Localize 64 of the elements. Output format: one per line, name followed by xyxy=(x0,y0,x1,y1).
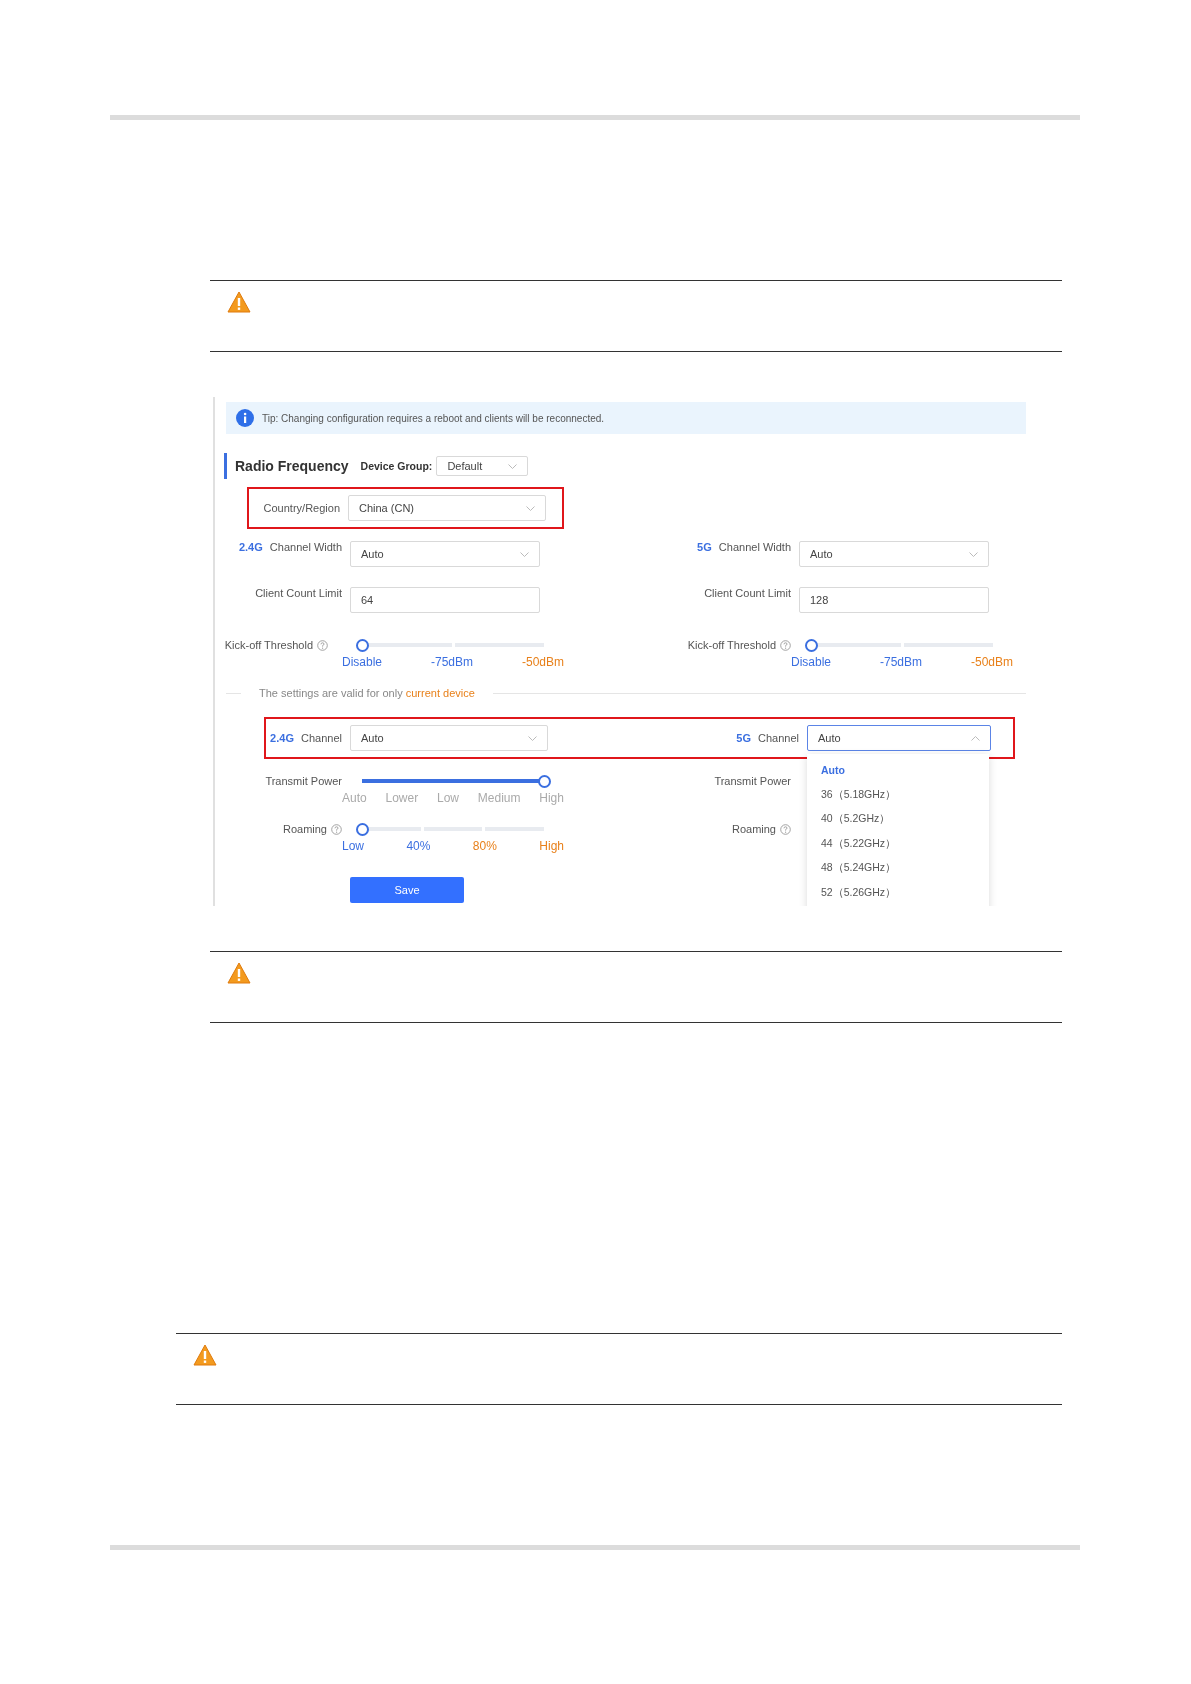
slider-mark-label: Auto xyxy=(342,791,367,805)
slider-mark-label: -75dBm xyxy=(431,655,473,669)
field-label: Country/Region xyxy=(262,502,340,514)
save-button[interactable]: Save xyxy=(350,877,464,903)
channel-width-select[interactable]: Auto xyxy=(350,541,540,567)
tip-text: Tip: Changing configuration requires a reboot and clients will be reconnected. xyxy=(262,412,605,424)
slider-mark-label: Medium xyxy=(477,791,521,805)
section-title: Radio Frequency xyxy=(235,458,349,474)
slider-mark-label: Disable xyxy=(342,655,383,669)
slider-thumb[interactable] xyxy=(538,775,551,788)
slider-thumb[interactable] xyxy=(356,823,369,836)
caret-icon xyxy=(528,735,537,741)
caret-icon xyxy=(971,735,980,741)
field-label: Transmit Power xyxy=(713,775,791,787)
dropdown-option[interactable]: 52（5.26GHz） xyxy=(807,880,989,905)
slider-mark-label: 40% xyxy=(406,839,431,853)
slider-mark-label: High xyxy=(539,791,564,805)
field-label: 2.4G Channel xyxy=(269,732,342,744)
slider-thumb[interactable] xyxy=(356,639,369,652)
slider-mark-label: Lower xyxy=(385,791,419,805)
caret-icon xyxy=(520,551,529,557)
slider-mark-label: Low xyxy=(342,839,364,853)
field-label: 2.4G Channel Width xyxy=(237,541,342,553)
caret-icon xyxy=(508,463,518,469)
client-limit-field[interactable]: 128 xyxy=(799,587,989,613)
field-label: Kick-off Threshold xyxy=(687,639,776,651)
caret-icon xyxy=(526,505,535,511)
device-group-select[interactable]: Default xyxy=(436,456,529,476)
field-label: Roaming xyxy=(731,823,776,835)
field-label: Client Count Limit xyxy=(703,587,791,599)
slider-mark-label: Low xyxy=(436,791,459,805)
field-label: Transmit Power xyxy=(264,775,342,787)
dropdown-option[interactable]: 40（5.2GHz） xyxy=(807,807,989,832)
slider-mark-label: -50dBm xyxy=(970,655,1013,669)
slider[interactable]: Low 40% 80% High xyxy=(342,823,564,857)
country-select[interactable]: China (CN) xyxy=(348,495,546,521)
warning-icon xyxy=(227,291,251,313)
channel-select[interactable]: Auto xyxy=(807,725,991,751)
dropdown-option[interactable]: Auto xyxy=(807,758,989,783)
slider-mark-label: -75dBm xyxy=(880,655,922,669)
warning-icon xyxy=(227,962,251,984)
caret-icon xyxy=(969,551,978,557)
field-label: 5G Channel Width xyxy=(696,541,791,553)
field-label: Roaming xyxy=(282,823,327,835)
slider[interactable]: Disable -75dBm -50dBm xyxy=(791,639,1013,673)
slider-mark-label: 80% xyxy=(472,839,497,853)
channel-width-select[interactable]: Auto xyxy=(799,541,989,567)
channel-select[interactable]: Auto xyxy=(350,725,548,751)
dropdown-option[interactable]: 48（5.24GHz） xyxy=(807,856,989,881)
dropdown-option[interactable]: 36（5.18GHz） xyxy=(807,782,989,807)
device-group-label: Device Group: xyxy=(360,460,433,472)
field-label: Kick-off Threshold xyxy=(224,639,313,651)
warning-icon xyxy=(193,1344,217,1366)
scope-note: The settings are valid for only current device xyxy=(259,687,475,699)
info-icon xyxy=(236,409,254,427)
field-label: 5G Channel xyxy=(735,732,799,744)
field-label: Client Count Limit xyxy=(254,587,342,599)
client-limit-field[interactable]: 64 xyxy=(350,587,540,613)
slider-thumb[interactable] xyxy=(805,639,818,652)
slider-mark-label: -50dBm xyxy=(521,655,564,669)
slider-mark-label: High xyxy=(539,839,564,853)
dropdown-option[interactable]: 44（5.22GHz） xyxy=(807,831,989,856)
slider[interactable]: Disable -75dBm -50dBm xyxy=(342,639,564,673)
slider-mark-label: Disable xyxy=(791,655,832,669)
